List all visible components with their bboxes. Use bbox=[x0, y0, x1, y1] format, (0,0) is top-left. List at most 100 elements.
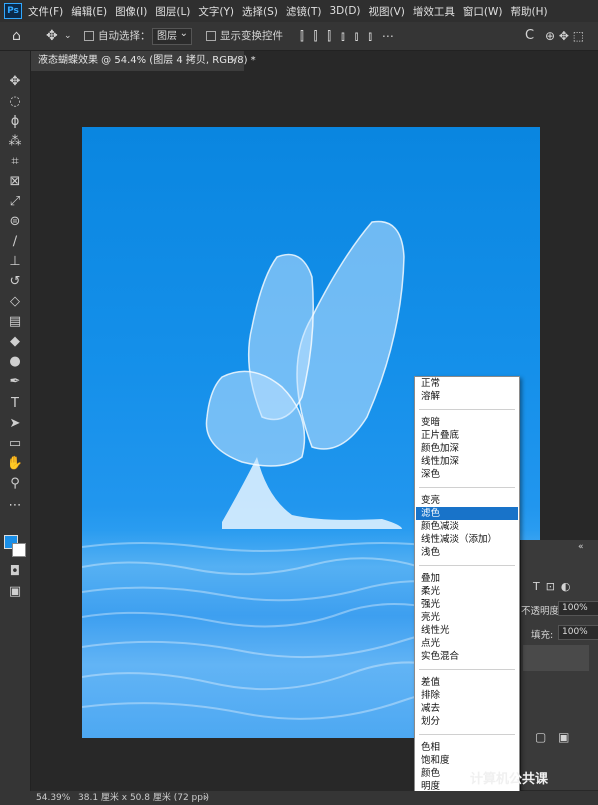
blend-mode-option[interactable]: 差值 bbox=[416, 676, 518, 689]
close-icon[interactable]: × bbox=[230, 51, 238, 71]
zoom-level[interactable]: 54.39% bbox=[36, 791, 70, 805]
menu-separator bbox=[419, 734, 515, 735]
menu-bar: Ps 文件(F) 编辑(E) 图像(I) 图层(L) 文字(Y) 选择(S) 滤… bbox=[0, 0, 598, 22]
tools-panel: ✥ ◌ ϕ ⁂ ⌗ ⊠ ⤢ ⊜ ∕ ⊥ ↺ ◇ ▤ ◆ ● ✒ T ➤ ▭ ✋ … bbox=[0, 51, 31, 791]
blend-mode-option[interactable]: 柔光 bbox=[416, 585, 518, 598]
panel-collapse-icon[interactable]: « bbox=[578, 542, 584, 552]
document-size: 38.1 厘米 x 50.8 厘米 (72 ppi) bbox=[78, 793, 209, 803]
blend-mode-option[interactable]: 亮光 bbox=[416, 611, 518, 624]
blend-mode-option[interactable]: 变暗 bbox=[416, 416, 518, 429]
zoom-tool-icon[interactable]: ⚲ bbox=[5, 475, 25, 493]
marquee-tool-icon[interactable]: ◌ bbox=[5, 93, 25, 111]
auto-select-dropdown[interactable]: 图层 bbox=[152, 26, 192, 45]
panel-bottom-icons[interactable]: ▢ ▣ bbox=[535, 730, 574, 744]
blur-tool-icon[interactable]: ◆ bbox=[5, 333, 25, 351]
blend-mode-option[interactable]: 正常 bbox=[416, 377, 518, 390]
clone-stamp-icon[interactable]: ⊥ bbox=[5, 253, 25, 271]
history-brush-icon[interactable]: ↺ bbox=[5, 273, 25, 291]
show-transform-checkbox[interactable] bbox=[206, 22, 220, 50]
photoshop-logo: Ps bbox=[4, 3, 22, 19]
eyedropper-icon[interactable]: ⤢ bbox=[5, 193, 25, 211]
blend-mode-option[interactable]: 线性加深 bbox=[416, 455, 518, 468]
menu-type[interactable]: 文字(Y) bbox=[198, 4, 234, 19]
brush-tool-icon[interactable]: ∕ bbox=[5, 233, 25, 251]
menu-separator bbox=[419, 669, 515, 670]
fill-label: 填充: bbox=[531, 630, 554, 641]
document-tab-title: 液态蝴蝶效果 @ 54.4% (图层 4 拷贝, RGB/8) * bbox=[38, 55, 256, 66]
lasso-tool-icon[interactable]: ϕ bbox=[5, 113, 25, 131]
eraser-icon[interactable]: ◇ bbox=[5, 293, 25, 311]
menu-select[interactable]: 选择(S) bbox=[242, 4, 278, 19]
blend-mode-option[interactable]: 线性光 bbox=[416, 624, 518, 637]
selected-layer-row[interactable] bbox=[523, 645, 589, 671]
fill-input[interactable]: 100% bbox=[558, 625, 598, 640]
align-icons[interactable]: ⫿ ⫿ ⫿ ⫾ ⫾ ⫾ ⋯ bbox=[300, 22, 397, 50]
auto-select-label: 自动选择： bbox=[98, 30, 151, 42]
menu-separator bbox=[419, 487, 515, 488]
menu-image[interactable]: 图像(I) bbox=[115, 4, 147, 19]
blend-mode-option[interactable]: 变亮 bbox=[416, 494, 518, 507]
blend-mode-option[interactable]: 排除 bbox=[416, 689, 518, 702]
blend-mode-option[interactable]: 强光 bbox=[416, 598, 518, 611]
menu-filter[interactable]: 滤镜(T) bbox=[286, 4, 322, 19]
quick-mask-icon[interactable]: ◘ bbox=[5, 563, 25, 581]
blend-mode-option[interactable]: 线性减淡（添加） bbox=[416, 533, 518, 546]
water-splash bbox=[222, 457, 402, 529]
chevron-down-icon[interactable]: ⌄ bbox=[64, 22, 72, 50]
blend-mode-option[interactable]: 浅色 bbox=[416, 546, 518, 559]
blend-mode-option[interactable]: 滤色 bbox=[416, 507, 518, 520]
menu-window[interactable]: 窗口(W) bbox=[463, 4, 503, 19]
background-color-swatch[interactable] bbox=[12, 543, 26, 557]
blend-mode-menu: 正常 溶解变暗 正片叠底 颜色加深 线性加深 深色变亮 滤色 颜色减淡 线性减淡（添加） 浅色叠加… bbox=[414, 376, 520, 800]
blend-mode-option[interactable]: 色相 bbox=[416, 741, 518, 754]
options-bar: ⌂ ✥ ⌄ 自动选择： 图层 显示变换控件 ⫿ ⫿ ⫿ ⫾ ⫾ ⫾ ⋯ C ⊕ … bbox=[0, 22, 598, 51]
crop-tool-icon[interactable]: ⌗ bbox=[5, 153, 25, 171]
menu-file[interactable]: 文件(F) bbox=[28, 4, 63, 19]
blend-mode-option[interactable]: 叠加 bbox=[416, 572, 518, 585]
screen-mode-icon[interactable]: ▣ bbox=[5, 583, 25, 601]
3d-tools-icon[interactable]: ⊕ ✥ ⬚ bbox=[545, 22, 584, 50]
document-tab[interactable]: 液态蝴蝶效果 @ 54.4% (图层 4 拷贝, RGB/8) * × bbox=[30, 51, 256, 71]
rectangle-tool-icon[interactable]: ▭ bbox=[5, 435, 25, 453]
blend-mode-option[interactable]: 划分 bbox=[416, 715, 518, 728]
rotate-3d-icon[interactable]: C bbox=[525, 22, 534, 50]
path-selection-icon[interactable]: ➤ bbox=[5, 415, 25, 433]
menu-plugins[interactable]: 增效工具 bbox=[413, 4, 455, 19]
dodge-tool-icon[interactable]: ● bbox=[5, 353, 25, 371]
hand-tool-icon[interactable]: ✋ bbox=[5, 455, 25, 473]
layer-filter-icons[interactable]: T⊡◐ bbox=[533, 580, 577, 593]
blend-mode-option[interactable]: 减去 bbox=[416, 702, 518, 715]
auto-select-checkbox[interactable] bbox=[84, 22, 98, 50]
blend-mode-option[interactable]: 颜色加深 bbox=[416, 442, 518, 455]
move-tool-icon[interactable]: ✥ bbox=[5, 73, 25, 91]
blend-mode-option[interactable]: 颜色减淡 bbox=[416, 520, 518, 533]
watermark-text: 计算机公共课 bbox=[470, 772, 549, 787]
menu-view[interactable]: 视图(V) bbox=[369, 4, 405, 19]
blend-mode-option[interactable]: 实色混合 bbox=[416, 650, 518, 663]
menu-separator bbox=[419, 409, 515, 410]
menu-layer[interactable]: 图层(L) bbox=[155, 4, 190, 19]
home-icon[interactable]: ⌂ bbox=[12, 22, 21, 50]
butterfly-figure bbox=[205, 220, 405, 467]
layers-panel: « T⊡◐ 不透明度: 100% 填充: 100% ▢ ▣ bbox=[520, 540, 598, 790]
menu-help[interactable]: 帮助(H) bbox=[511, 4, 548, 19]
magic-wand-icon[interactable]: ⁂ bbox=[5, 133, 25, 151]
type-tool-icon[interactable]: T bbox=[5, 395, 25, 413]
menu-3d[interactable]: 3D(D) bbox=[329, 5, 360, 17]
opacity-label: 不透明度: bbox=[521, 606, 563, 617]
move-tool-icon[interactable]: ✥ bbox=[46, 22, 58, 50]
chevron-right-icon[interactable]: › bbox=[204, 791, 208, 805]
menu-separator bbox=[419, 565, 515, 566]
blend-mode-option[interactable]: 溶解 bbox=[416, 390, 518, 403]
blend-mode-option[interactable]: 饱和度 bbox=[416, 754, 518, 767]
pen-tool-icon[interactable]: ✒ bbox=[5, 373, 25, 391]
frame-tool-icon[interactable]: ⊠ bbox=[5, 173, 25, 191]
blend-mode-option[interactable]: 深色 bbox=[416, 468, 518, 481]
menu-edit[interactable]: 编辑(E) bbox=[71, 4, 107, 19]
blend-mode-option[interactable]: 点光 bbox=[416, 637, 518, 650]
blend-mode-option[interactable]: 正片叠底 bbox=[416, 429, 518, 442]
healing-brush-icon[interactable]: ⊜ bbox=[5, 213, 25, 231]
more-tools-icon[interactable]: ⋯ bbox=[5, 497, 25, 515]
gradient-tool-icon[interactable]: ▤ bbox=[5, 313, 25, 331]
opacity-input[interactable]: 100% bbox=[558, 601, 598, 616]
